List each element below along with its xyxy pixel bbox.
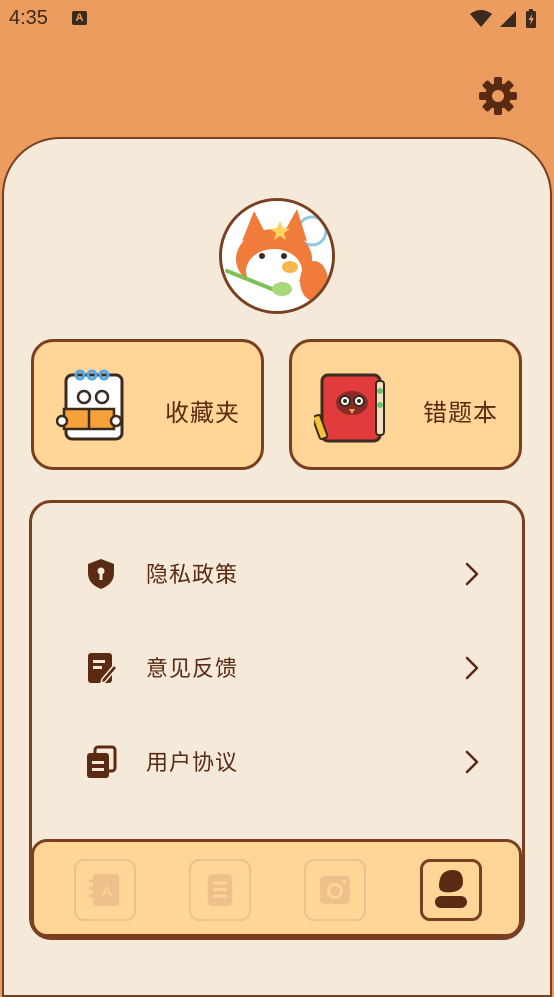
menu-item-agreement[interactable]: 用户协议 [32,731,522,791]
notification-app-icon: A [72,11,87,25]
chevron-right-icon [465,750,479,774]
status-time: 4:35 [9,7,48,29]
battery-icon [526,9,536,28]
mistakes-card[interactable]: 错题本 [289,339,522,470]
bottom-nav: A [31,839,522,937]
notebook-reading-icon [56,369,124,441]
shield-lock-icon [88,559,114,589]
list-document-icon [207,874,233,906]
chevron-right-icon [465,656,479,680]
menu-item-privacy[interactable]: 隐私政策 [32,543,522,603]
tab-list[interactable] [189,859,251,921]
mistakes-label: 错题本 [423,399,498,427]
documents-icon [87,745,117,778]
red-book-owl-icon [314,373,385,443]
status-bar: 4:35 A [0,0,554,38]
favorites-label: 收藏夹 [165,399,240,427]
camera-icon [320,875,350,905]
menu-label-agreement: 用户协议 [146,751,239,776]
edit-document-icon [88,653,118,685]
chevron-right-icon [465,562,479,586]
tab-camera[interactable] [304,859,366,921]
fox-avatar-image [222,201,332,311]
menu-label-feedback: 意见反馈 [146,657,239,682]
svg-text:A: A [102,884,112,901]
profile-icon [435,870,467,908]
avatar[interactable] [219,198,335,314]
wifi-icon [470,10,492,27]
tab-profile[interactable] [420,859,482,921]
tab-vocabulary[interactable]: A [74,859,136,921]
gear-icon[interactable] [478,76,518,116]
favorites-card[interactable]: 收藏夹 [31,339,264,470]
menu-item-feedback[interactable]: 意见反馈 [32,637,522,697]
signal-icon [500,11,516,27]
menu-label-privacy: 隐私政策 [146,563,239,588]
vocabulary-book-icon: A [89,874,120,906]
status-icons [470,9,536,28]
